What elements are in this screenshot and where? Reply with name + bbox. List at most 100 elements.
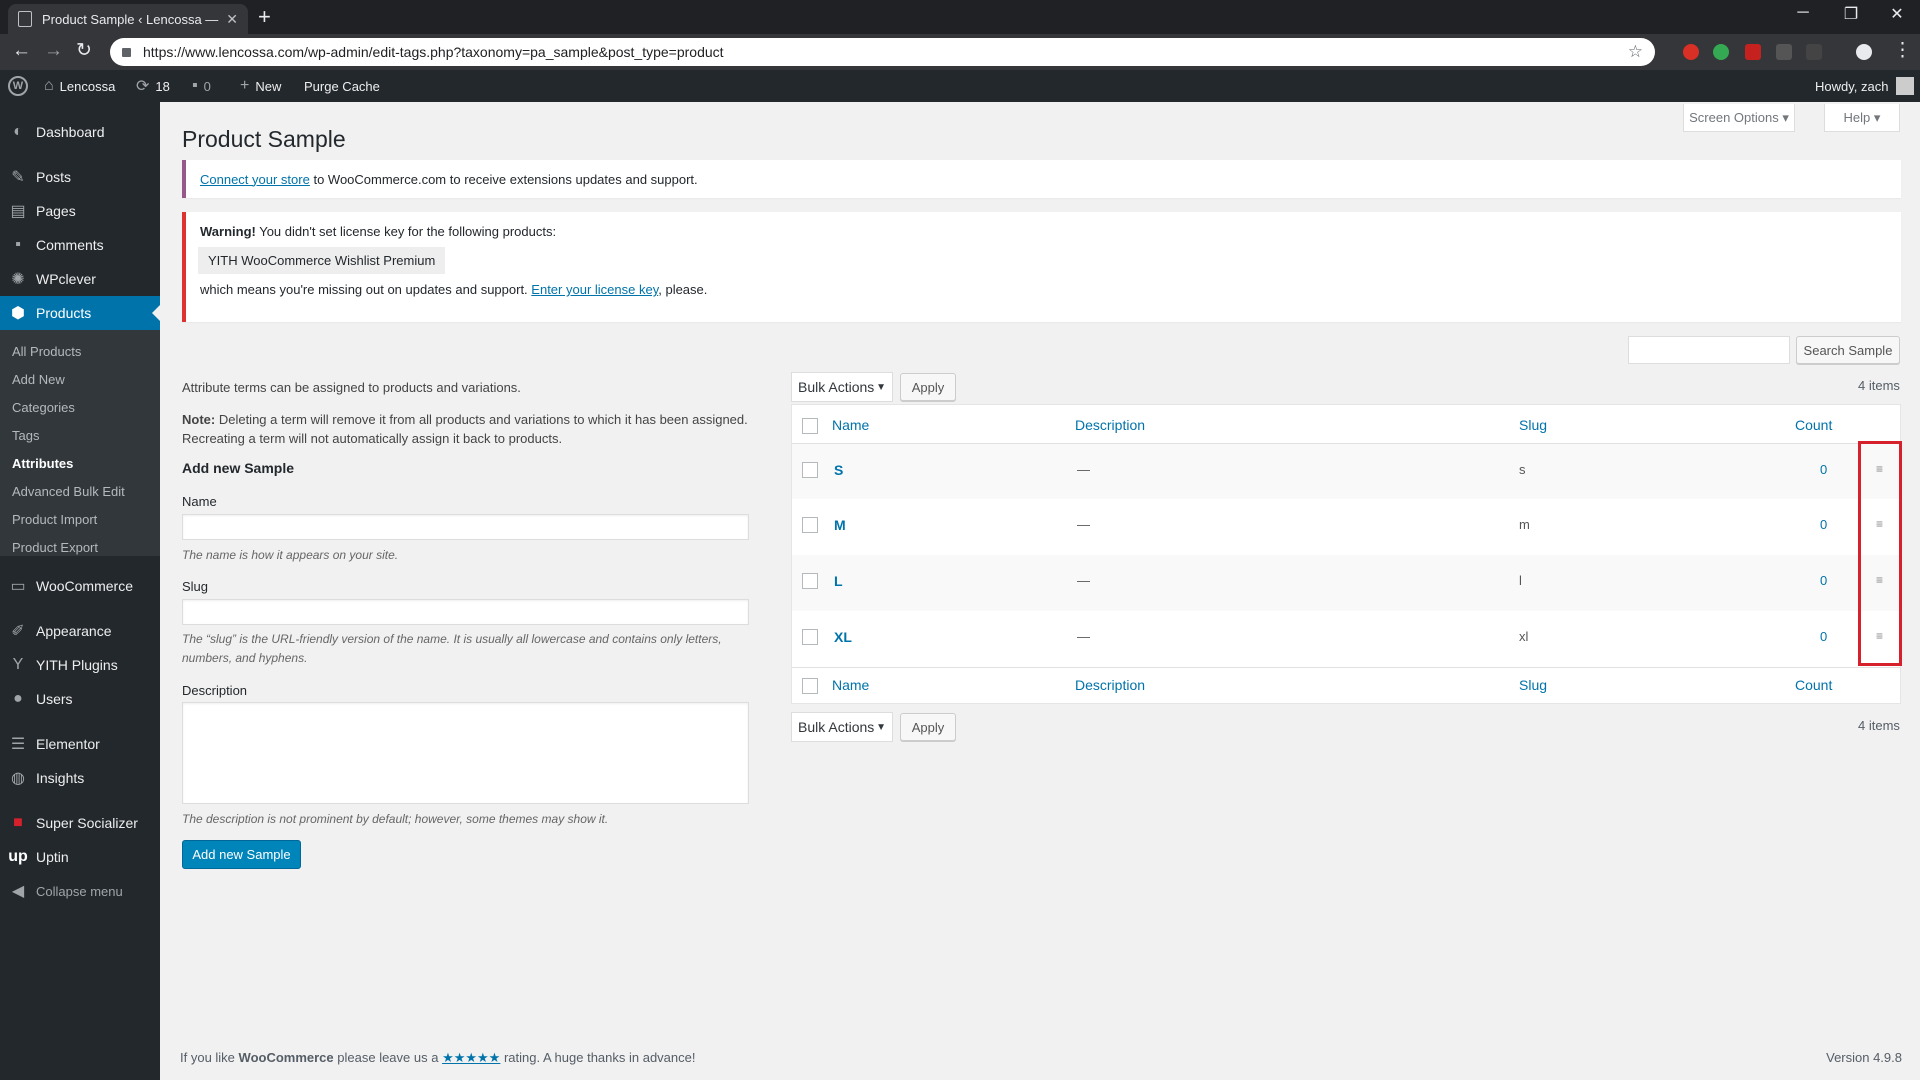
browser-tab[interactable]: Product Sample ‹ Lencossa — W ✕ xyxy=(8,4,248,34)
new-content-link[interactable]: + New xyxy=(240,70,281,102)
screen-options-button[interactable]: Screen Options ▾ xyxy=(1683,104,1795,132)
comment-icon: ▪ xyxy=(15,236,21,253)
extension-icon[interactable] xyxy=(1745,44,1761,60)
column-slug-footer[interactable]: Slug xyxy=(1519,677,1547,693)
submenu-all-products[interactable]: All Products xyxy=(12,344,81,359)
sidebar-item-appearance[interactable]: ✐ Appearance xyxy=(0,614,160,648)
add-new-sample-button[interactable]: Add new Sample xyxy=(182,840,301,869)
sidebar-item-elementor[interactable]: ☰ Elementor xyxy=(0,727,160,761)
insights-icon: ◍ xyxy=(11,770,25,787)
column-count-footer[interactable]: Count xyxy=(1795,677,1832,693)
help-button[interactable]: Help ▾ xyxy=(1824,104,1900,132)
new-label: New xyxy=(255,78,282,94)
dashboard-icon: ◐ xyxy=(13,123,23,140)
sidebar-item-dashboard[interactable]: ◐ Dashboard xyxy=(0,115,160,149)
column-slug-header[interactable]: Slug xyxy=(1519,417,1547,433)
sidebar-item-comments[interactable]: ▪ Comments xyxy=(0,228,160,262)
wp-admin-bar: W ⌂ Lencossa ⟳ 18 ▪ 0 + New Purge Cache … xyxy=(0,70,1920,102)
column-name-header[interactable]: Name xyxy=(832,417,869,433)
close-window-icon[interactable]: ✕ xyxy=(1874,4,1920,24)
column-description-footer[interactable]: Description xyxy=(1075,677,1145,693)
wp-logo-icon[interactable]: W xyxy=(8,70,28,102)
address-bar[interactable]: https://www.lencossa.com/wp-admin/edit-t… xyxy=(110,38,1655,66)
admin-footer-text: If you like WooCommerce please leave us … xyxy=(180,1050,695,1066)
sidebar-item-insights[interactable]: ◍ Insights xyxy=(0,761,160,795)
term-slug: xl xyxy=(1519,629,1529,644)
table-row: L — l 0 ≡ xyxy=(792,555,1900,611)
row-checkbox[interactable] xyxy=(802,517,818,533)
submenu-product-export[interactable]: Product Export xyxy=(12,540,98,555)
search-sample-button[interactable]: Search Sample xyxy=(1796,336,1900,364)
select-all-checkbox[interactable] xyxy=(802,418,818,434)
sidebar-item-pages[interactable]: ▤ Pages xyxy=(0,194,160,228)
close-icon[interactable]: ✕ xyxy=(226,11,238,28)
sidebar-item-posts[interactable]: ✎ Posts xyxy=(0,160,160,194)
account-menu[interactable]: Howdy, zach xyxy=(1815,70,1915,102)
submenu-product-import[interactable]: Product Import xyxy=(12,512,97,527)
submenu-add-new[interactable]: Add New xyxy=(12,372,65,387)
menu-dots-icon[interactable]: ⋮ xyxy=(1893,40,1912,62)
slug-field[interactable] xyxy=(182,599,749,625)
term-name-link[interactable]: M xyxy=(834,517,846,533)
slug-help: The “slug” is the URL-friendly version o… xyxy=(182,632,722,665)
extension-icon[interactable] xyxy=(1806,44,1822,60)
column-description-header[interactable]: Description xyxy=(1075,417,1145,433)
license-warning-notice: Warning! You didn't set license key for … xyxy=(182,212,1901,322)
term-count-link[interactable]: 0 xyxy=(1820,517,1827,532)
bulk-actions-select-bottom[interactable]: Bulk Actions ▼ xyxy=(791,712,893,742)
sidebar-item-uptin[interactable]: up Uptin xyxy=(0,840,160,874)
extension-icon[interactable] xyxy=(1713,44,1729,60)
sidebar-item-users[interactable]: ● Users xyxy=(0,682,160,716)
column-count-header[interactable]: Count xyxy=(1795,417,1832,433)
term-count-link[interactable]: 0 xyxy=(1820,629,1827,644)
sidebar-label: YITH Plugins xyxy=(36,657,118,673)
term-name-link[interactable]: XL xyxy=(834,629,852,645)
row-checkbox[interactable] xyxy=(802,573,818,589)
select-all-checkbox-bottom[interactable] xyxy=(802,678,818,694)
product-icon: ⬢ xyxy=(11,305,25,322)
term-count-link[interactable]: 0 xyxy=(1820,462,1827,477)
purge-cache-link[interactable]: Purge Cache xyxy=(304,70,380,102)
extension-icon[interactable] xyxy=(1776,44,1792,60)
restore-icon[interactable]: ❐ xyxy=(1828,4,1874,24)
bookmark-star-icon[interactable]: ☆ xyxy=(1628,42,1643,62)
sidebar-item-wpclever[interactable]: ✺ WPclever xyxy=(0,262,160,296)
apply-button-top[interactable]: Apply xyxy=(900,373,956,401)
apply-button-bottom[interactable]: Apply xyxy=(900,713,956,741)
collapse-menu-button[interactable]: ◀ Collapse menu xyxy=(0,874,160,908)
sidebar-item-yith-plugins[interactable]: Y YITH Plugins xyxy=(0,648,160,682)
sidebar-item-woocommerce[interactable]: ▭ WooCommerce xyxy=(0,569,160,603)
submenu-tags[interactable]: Tags xyxy=(12,428,39,443)
connect-store-link[interactable]: Connect your store xyxy=(200,172,310,187)
name-field[interactable] xyxy=(182,514,749,540)
term-name-link[interactable]: L xyxy=(834,573,843,589)
back-icon[interactable]: ← xyxy=(12,40,31,62)
forward-icon[interactable]: → xyxy=(44,40,63,62)
comments-link[interactable]: ▪ 0 xyxy=(192,70,211,102)
extension-icon[interactable] xyxy=(1683,44,1699,60)
search-input[interactable] xyxy=(1628,336,1790,364)
reload-icon[interactable]: ↻ xyxy=(76,40,92,62)
sidebar-label: Users xyxy=(36,691,73,707)
rating-stars-link[interactable]: ★★★★★ xyxy=(442,1050,500,1065)
sidebar-item-products[interactable]: ⬢ Products xyxy=(0,296,160,330)
bulk-actions-select-top[interactable]: Bulk Actions ▼ xyxy=(791,372,893,402)
brush-icon: ✐ xyxy=(11,623,25,640)
term-count-link[interactable]: 0 xyxy=(1820,573,1827,588)
row-checkbox[interactable] xyxy=(802,629,818,645)
submenu-categories[interactable]: Categories xyxy=(12,400,75,415)
updates-link[interactable]: ⟳ 18 xyxy=(136,70,170,102)
minimize-icon[interactable]: ─ xyxy=(1780,4,1826,22)
new-tab-button[interactable]: + xyxy=(258,6,271,28)
sidebar-item-super-socializer[interactable]: ■ Super Socializer xyxy=(0,806,160,840)
submenu-attributes[interactable]: Attributes xyxy=(12,456,73,471)
description-field[interactable] xyxy=(182,702,749,804)
term-name-link[interactable]: S xyxy=(834,462,843,478)
license-key-link[interactable]: Enter your license key xyxy=(531,282,658,297)
row-checkbox[interactable] xyxy=(802,462,818,478)
column-name-footer[interactable]: Name xyxy=(832,677,869,693)
profile-icon[interactable] xyxy=(1856,44,1872,60)
site-name-link[interactable]: ⌂ Lencossa xyxy=(44,70,115,102)
sidebar-label: WPclever xyxy=(36,271,96,287)
submenu-advanced-bulk-edit[interactable]: Advanced Bulk Edit xyxy=(12,484,125,499)
